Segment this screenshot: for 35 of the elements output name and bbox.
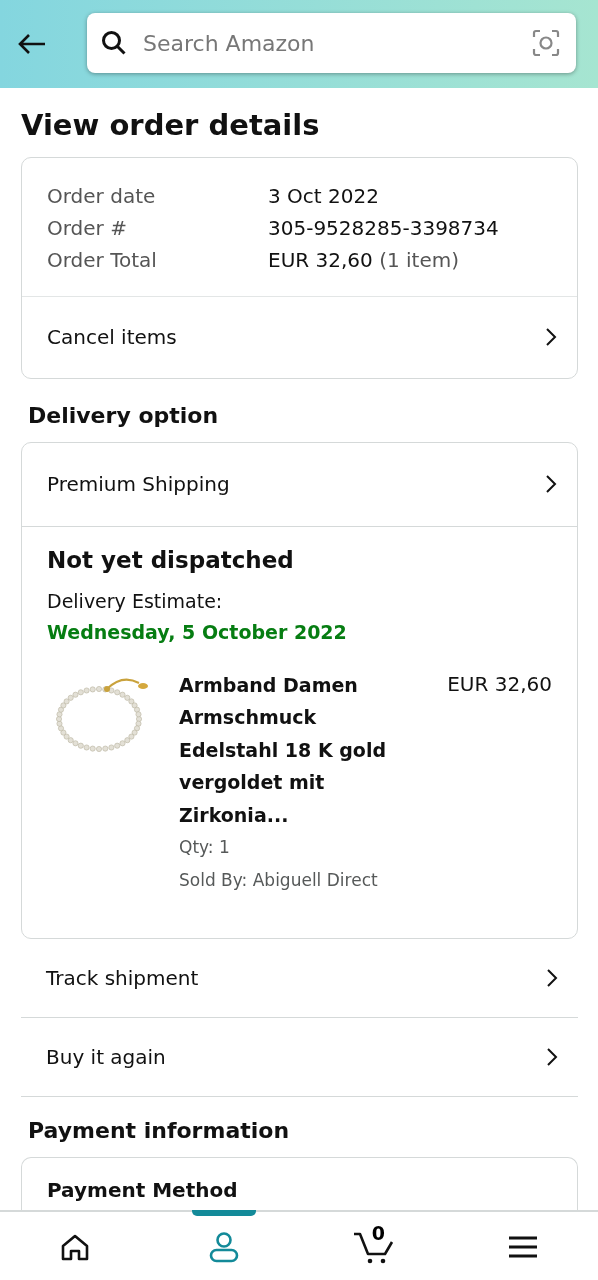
field-value: 305-9528285-3398734 bbox=[268, 214, 500, 242]
field-label: Order date bbox=[47, 182, 157, 210]
shipping-option-row[interactable]: Premium Shipping bbox=[22, 442, 577, 527]
search-field[interactable]: Search Amazon bbox=[141, 29, 518, 57]
home-icon bbox=[59, 1233, 90, 1261]
section-heading: Delivery option bbox=[28, 402, 220, 428]
menu-icon bbox=[509, 1236, 538, 1258]
product-title[interactable]: Armband Damen Armschmuck Edelstahl 18 K gold vergoldet mit Zirkonia... bbox=[179, 668, 419, 832]
payment-method-label: Payment Method bbox=[47, 1178, 238, 1203]
selected-indicator bbox=[192, 1210, 257, 1216]
chevron-right-icon bbox=[545, 327, 557, 348]
action-row[interactable]: Buy it again bbox=[21, 1018, 578, 1098]
quantity-text: Qty: 1 bbox=[179, 836, 231, 860]
field-label: Order Total bbox=[47, 246, 158, 274]
chevron-right-icon bbox=[546, 1047, 558, 1068]
shipment-status: Not yet dispatched bbox=[47, 546, 295, 573]
chevron-right-icon bbox=[546, 968, 558, 989]
section-heading: Payment information bbox=[28, 1118, 291, 1144]
field-value: 3 Oct 2022 bbox=[268, 182, 380, 210]
cart-count: 0 bbox=[371, 1224, 385, 1243]
field-value: EUR 32,60 (1 item) bbox=[268, 246, 461, 274]
seller-text: Sold By: Abiguell Direct bbox=[179, 869, 379, 893]
estimate-date: Wednesday, 5 October 2022 bbox=[47, 620, 348, 643]
cancel-items-row[interactable]: Cancel items bbox=[22, 295, 577, 378]
estimate-label: Delivery Estimate: bbox=[47, 589, 224, 612]
camera-icon[interactable] bbox=[532, 29, 560, 57]
page-title: View order details bbox=[21, 108, 321, 143]
field-label: Order # bbox=[47, 214, 128, 242]
person-icon bbox=[208, 1231, 241, 1263]
search-bar[interactable]: Search Amazon bbox=[87, 13, 576, 73]
search-icon bbox=[101, 30, 127, 56]
chevron-right-icon bbox=[545, 474, 557, 495]
action-row[interactable]: Track shipment bbox=[21, 939, 578, 1019]
item-price: EUR 32,60 bbox=[447, 670, 552, 698]
back-arrow-icon[interactable] bbox=[17, 33, 47, 55]
